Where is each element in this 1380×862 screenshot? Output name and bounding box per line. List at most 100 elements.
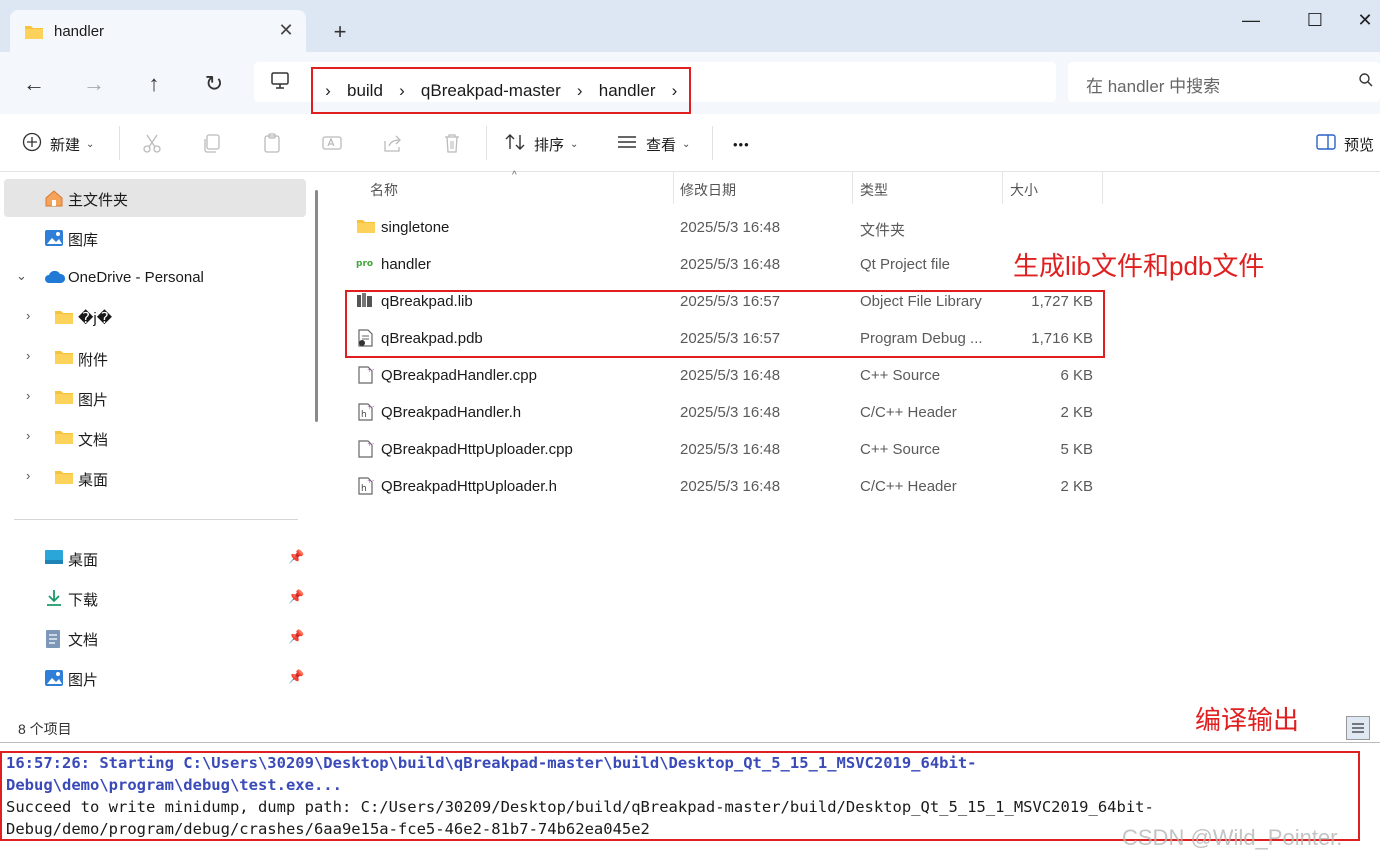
header-file-icon: h++ bbox=[356, 403, 377, 426]
download-icon bbox=[44, 589, 64, 611]
pin-icon[interactable]: 📌 bbox=[288, 589, 304, 605]
details-view-icon[interactable] bbox=[1346, 716, 1370, 740]
search-box[interactable]: 在 handler 中搜索 bbox=[1068, 62, 1380, 102]
sidebar-item-onedrive-child[interactable]: › 文档 bbox=[4, 419, 306, 457]
sidebar-item-label: OneDrive - Personal bbox=[68, 269, 204, 286]
chevron-right-icon[interactable]: › bbox=[26, 348, 30, 363]
up-arrow-icon[interactable]: ↑ bbox=[138, 68, 170, 100]
file-date: 2025/5/3 16:48 bbox=[680, 256, 781, 273]
back-arrow-icon[interactable]: ← bbox=[18, 68, 50, 100]
tab-close-icon[interactable]: ✕ bbox=[274, 18, 298, 42]
preview-button[interactable]: 预览 bbox=[1316, 132, 1374, 156]
paste-icon[interactable] bbox=[261, 132, 283, 154]
sidebar-item-onedrive-child[interactable]: › 桌面 bbox=[4, 459, 306, 497]
new-button[interactable]: 新建 ⌄ bbox=[22, 132, 94, 156]
computer-icon[interactable] bbox=[270, 72, 290, 95]
chevron-right-icon[interactable]: › bbox=[565, 81, 595, 101]
breadcrumb-build[interactable]: build bbox=[343, 81, 387, 101]
sidebar-item-label: �j� bbox=[78, 310, 113, 327]
close-window-button[interactable]: ✕ bbox=[1342, 8, 1380, 32]
file-row[interactable]: pro handler 2025/5/3 16:48 Qt Project fi… bbox=[350, 246, 1110, 283]
view-button[interactable]: 查看 ⌄ bbox=[616, 132, 690, 156]
search-input[interactable]: 在 handler 中搜索 bbox=[1086, 72, 1220, 97]
sidebar-item-gallery[interactable]: 图库 bbox=[4, 219, 306, 257]
sidebar-item-onedrive-child[interactable]: › 图片 bbox=[4, 379, 306, 417]
new-tab-button[interactable]: + bbox=[326, 18, 354, 46]
sidebar-item-onedrive-child[interactable]: › �j� bbox=[4, 299, 306, 337]
pin-icon[interactable]: 📌 bbox=[288, 669, 304, 685]
rename-icon[interactable] bbox=[321, 132, 343, 154]
breadcrumb-handler[interactable]: handler bbox=[595, 81, 660, 101]
sidebar-item-label: 文档 bbox=[68, 632, 99, 649]
sort-button[interactable]: 排序 ⌄ bbox=[504, 132, 578, 156]
tab-title: handler bbox=[54, 23, 105, 40]
search-icon[interactable] bbox=[1358, 72, 1374, 93]
chevron-down-icon[interactable]: ⌄ bbox=[16, 268, 27, 284]
sidebar-item-home[interactable]: 主文件夹 bbox=[4, 179, 306, 217]
navigation-row: ← → ↑ ↻ › build › qBreakpad-master › han… bbox=[0, 52, 1380, 114]
maximize-button[interactable]: ☐ bbox=[1292, 8, 1338, 32]
column-header-date[interactable]: 修改日期 bbox=[680, 172, 736, 204]
document-icon bbox=[44, 629, 62, 653]
tab-handler[interactable]: handler ✕ bbox=[10, 10, 306, 52]
sidebar-item-pictures[interactable]: 图片 📌 bbox=[4, 659, 306, 697]
chevron-down-icon: ⌄ bbox=[86, 138, 95, 150]
preview-pane-icon bbox=[1316, 134, 1336, 154]
sidebar-item-label: 附件 bbox=[78, 352, 109, 369]
refresh-icon[interactable]: ↻ bbox=[198, 68, 230, 100]
file-type: C++ Source bbox=[860, 367, 941, 384]
file-type: C/C++ Header bbox=[860, 478, 957, 495]
sidebar-scrollbar[interactable] bbox=[315, 190, 318, 422]
pin-icon[interactable]: 📌 bbox=[288, 549, 304, 565]
chevron-right-icon[interactable]: › bbox=[26, 468, 30, 483]
column-header-size[interactable]: 大小 bbox=[1010, 172, 1038, 204]
chevron-right-icon[interactable]: › bbox=[26, 308, 30, 323]
file-date: 2025/5/3 16:48 bbox=[680, 478, 781, 495]
file-row[interactable]: ++ QBreakpadHandler.cpp 2025/5/3 16:48 C… bbox=[350, 357, 1110, 394]
column-header-type[interactable]: 类型 bbox=[860, 172, 888, 204]
chevron-right-icon[interactable]: › bbox=[26, 388, 30, 403]
column-divider[interactable] bbox=[1002, 172, 1003, 204]
sidebar-item-downloads[interactable]: 下载 📌 bbox=[4, 579, 306, 617]
chevron-right-icon[interactable]: › bbox=[26, 428, 30, 443]
column-divider[interactable] bbox=[1102, 172, 1103, 204]
sidebar-item-desktop[interactable]: 桌面 📌 bbox=[4, 539, 306, 577]
svg-text:++: ++ bbox=[367, 404, 374, 411]
cpp-file-icon: ++ bbox=[356, 440, 377, 463]
file-row[interactable]: singletone 2025/5/3 16:48 文件夹 bbox=[350, 209, 1110, 246]
chevron-right-icon[interactable]: › bbox=[387, 81, 417, 101]
more-options-button[interactable]: ••• bbox=[733, 132, 750, 156]
file-type: C++ Source bbox=[860, 441, 941, 458]
pin-icon[interactable]: 📌 bbox=[288, 629, 304, 645]
sidebar-item-onedrive[interactable]: ⌄ OneDrive - Personal bbox=[4, 259, 306, 297]
breadcrumb-qbreakpad-master[interactable]: qBreakpad-master bbox=[417, 81, 565, 101]
column-divider[interactable] bbox=[852, 172, 853, 204]
file-row[interactable]: h++ QBreakpadHandler.h 2025/5/3 16:48 C/… bbox=[350, 394, 1110, 431]
forward-arrow-icon[interactable]: → bbox=[78, 68, 110, 100]
chevron-right-icon[interactable]: › bbox=[313, 81, 343, 101]
copy-icon[interactable] bbox=[201, 132, 223, 154]
cut-icon[interactable] bbox=[141, 132, 163, 154]
command-bar: 新建 ⌄ 排序 ⌄ 查看 ⌄ ••• 预览 bbox=[0, 114, 1380, 172]
column-divider[interactable] bbox=[673, 172, 674, 204]
minimize-button[interactable]: — bbox=[1228, 8, 1274, 32]
file-row[interactable]: ++ QBreakpadHttpUploader.cpp 2025/5/3 16… bbox=[350, 431, 1110, 468]
file-row[interactable]: h++ QBreakpadHttpUploader.h 2025/5/3 16:… bbox=[350, 468, 1110, 505]
column-header-name[interactable]: 名称 bbox=[370, 172, 398, 204]
file-type: Qt Project file bbox=[860, 256, 951, 273]
delete-icon[interactable] bbox=[441, 132, 463, 154]
divider bbox=[712, 126, 713, 160]
svg-text:pro: pro bbox=[356, 259, 373, 269]
folder-icon bbox=[54, 389, 74, 409]
annotation-output: 编译输出 bbox=[1195, 705, 1300, 735]
chevron-right-icon[interactable]: › bbox=[659, 81, 689, 101]
address-bar[interactable]: › build › qBreakpad-master › handler › bbox=[254, 62, 1056, 114]
console-start-line: 16:57:26: Starting C:\Users\30209\Deskto… bbox=[6, 754, 977, 794]
sidebar-item-onedrive-child[interactable]: › 附件 bbox=[4, 339, 306, 377]
sidebar-item-documents[interactable]: 文档 📌 bbox=[4, 619, 306, 657]
file-name: QBreakpadHandler.h bbox=[381, 404, 522, 421]
share-icon[interactable] bbox=[381, 132, 403, 154]
file-size: 2 KB bbox=[1060, 404, 1093, 421]
file-type: 文件夹 bbox=[860, 222, 906, 239]
pictures-icon bbox=[44, 669, 64, 691]
